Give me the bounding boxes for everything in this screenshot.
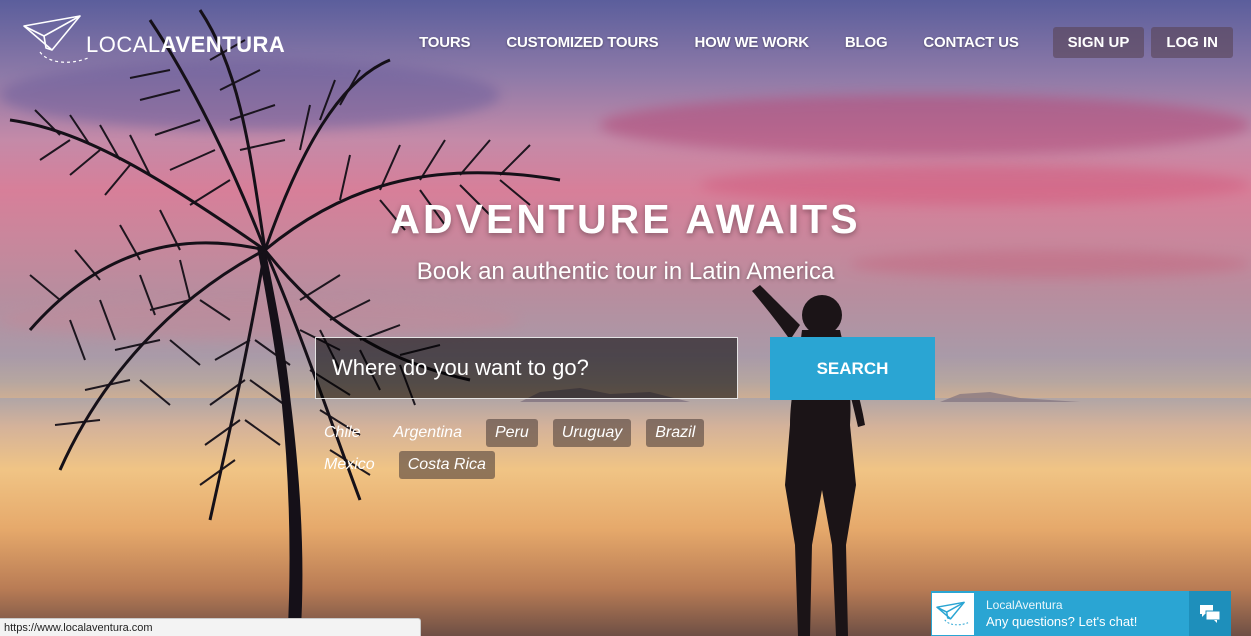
- search-input[interactable]: [316, 338, 737, 398]
- nav-link-blog[interactable]: BLOG: [845, 34, 888, 51]
- site-logo[interactable]: LOCALAVENTURA: [22, 14, 285, 66]
- chat-text: LocalAventura Any questions? Let's chat!: [986, 598, 1189, 629]
- palm-tree-silhouette: [9, 9, 561, 636]
- country-tag-peru[interactable]: Peru: [485, 419, 538, 447]
- country-tag-uruguay[interactable]: Uruguay: [552, 419, 632, 447]
- search-button[interactable]: SEARCH: [770, 337, 935, 400]
- nav-link-tours[interactable]: TOURS: [419, 34, 470, 51]
- paper-plane-icon: [936, 601, 969, 625]
- country-tags: Chile Argentina Peru Uruguay Brazil Mexi…: [315, 418, 735, 482]
- country-tag-chile[interactable]: Chile: [315, 419, 369, 447]
- country-tag-row: Chile Argentina Peru Uruguay Brazil: [315, 418, 735, 448]
- chat-subtitle: Any questions? Let's chat!: [986, 614, 1138, 629]
- browser-status-url: https://www.localaventura.com: [0, 618, 421, 636]
- search-field: [315, 337, 738, 399]
- signup-button[interactable]: SIGN UP: [1052, 27, 1145, 58]
- logo-text: LOCALAVENTURA: [86, 32, 286, 57]
- nav-link-customized-tours[interactable]: CUSTOMIZED TOURS: [506, 34, 658, 51]
- hero-title: ADVENTURE AWAITS: [390, 196, 861, 242]
- country-tag-argentina[interactable]: Argentina: [384, 419, 471, 447]
- login-button[interactable]: LOG IN: [1151, 27, 1233, 58]
- country-tag-mexico[interactable]: Mexico: [315, 451, 384, 479]
- chat-bubbles-icon[interactable]: [1189, 591, 1231, 636]
- country-tag-costa-rica[interactable]: Costa Rica: [398, 451, 495, 479]
- hero-background: LOCALAVENTURA TOURS CUSTOMIZED TOURS HOW…: [0, 0, 1251, 636]
- nav-link-contact-us[interactable]: CONTACT US: [923, 34, 1018, 51]
- country-tag-brazil[interactable]: Brazil: [646, 419, 705, 447]
- chat-title: LocalAventura: [986, 598, 1063, 612]
- sky-streak: [600, 95, 1250, 155]
- country-tag-row: Mexico Costa Rica: [315, 450, 735, 480]
- chat-logo: [932, 592, 974, 635]
- top-nav: TOURS CUSTOMIZED TOURS HOW WE WORK BLOG …: [383, 27, 1233, 58]
- nav-link-how-we-work[interactable]: HOW WE WORK: [694, 34, 809, 51]
- chat-widget[interactable]: LocalAventura Any questions? Let's chat!: [931, 591, 1231, 636]
- paper-plane-icon: [23, 15, 89, 63]
- hero-subtitle: Book an authentic tour in Latin America: [416, 258, 835, 285]
